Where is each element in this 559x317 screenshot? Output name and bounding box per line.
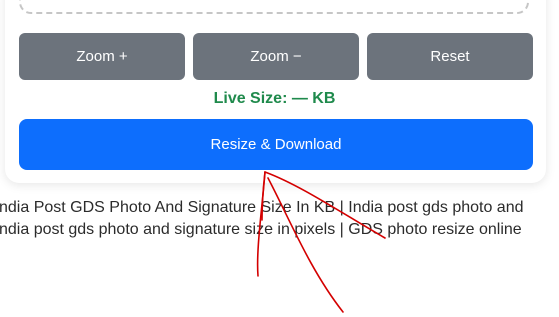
resize-download-button[interactable]: Resize & Download bbox=[19, 119, 533, 170]
article-line: ndia post gds photo and signature size i… bbox=[0, 221, 522, 238]
image-drop-zone[interactable] bbox=[19, 0, 529, 14]
zoom-out-button[interactable]: Zoom − bbox=[193, 33, 359, 80]
zoom-in-button[interactable]: Zoom + bbox=[19, 33, 185, 80]
live-size-indicator: Live Size: — KB bbox=[213, 90, 336, 107]
zoom-controls: Zoom + Zoom − Reset bbox=[19, 33, 533, 80]
article-text: ndia Post GDS Photo And Signature Size I… bbox=[0, 197, 559, 241]
article-line: ndia Post GDS Photo And Signature Size I… bbox=[0, 199, 524, 216]
reset-button[interactable]: Reset bbox=[367, 33, 533, 80]
